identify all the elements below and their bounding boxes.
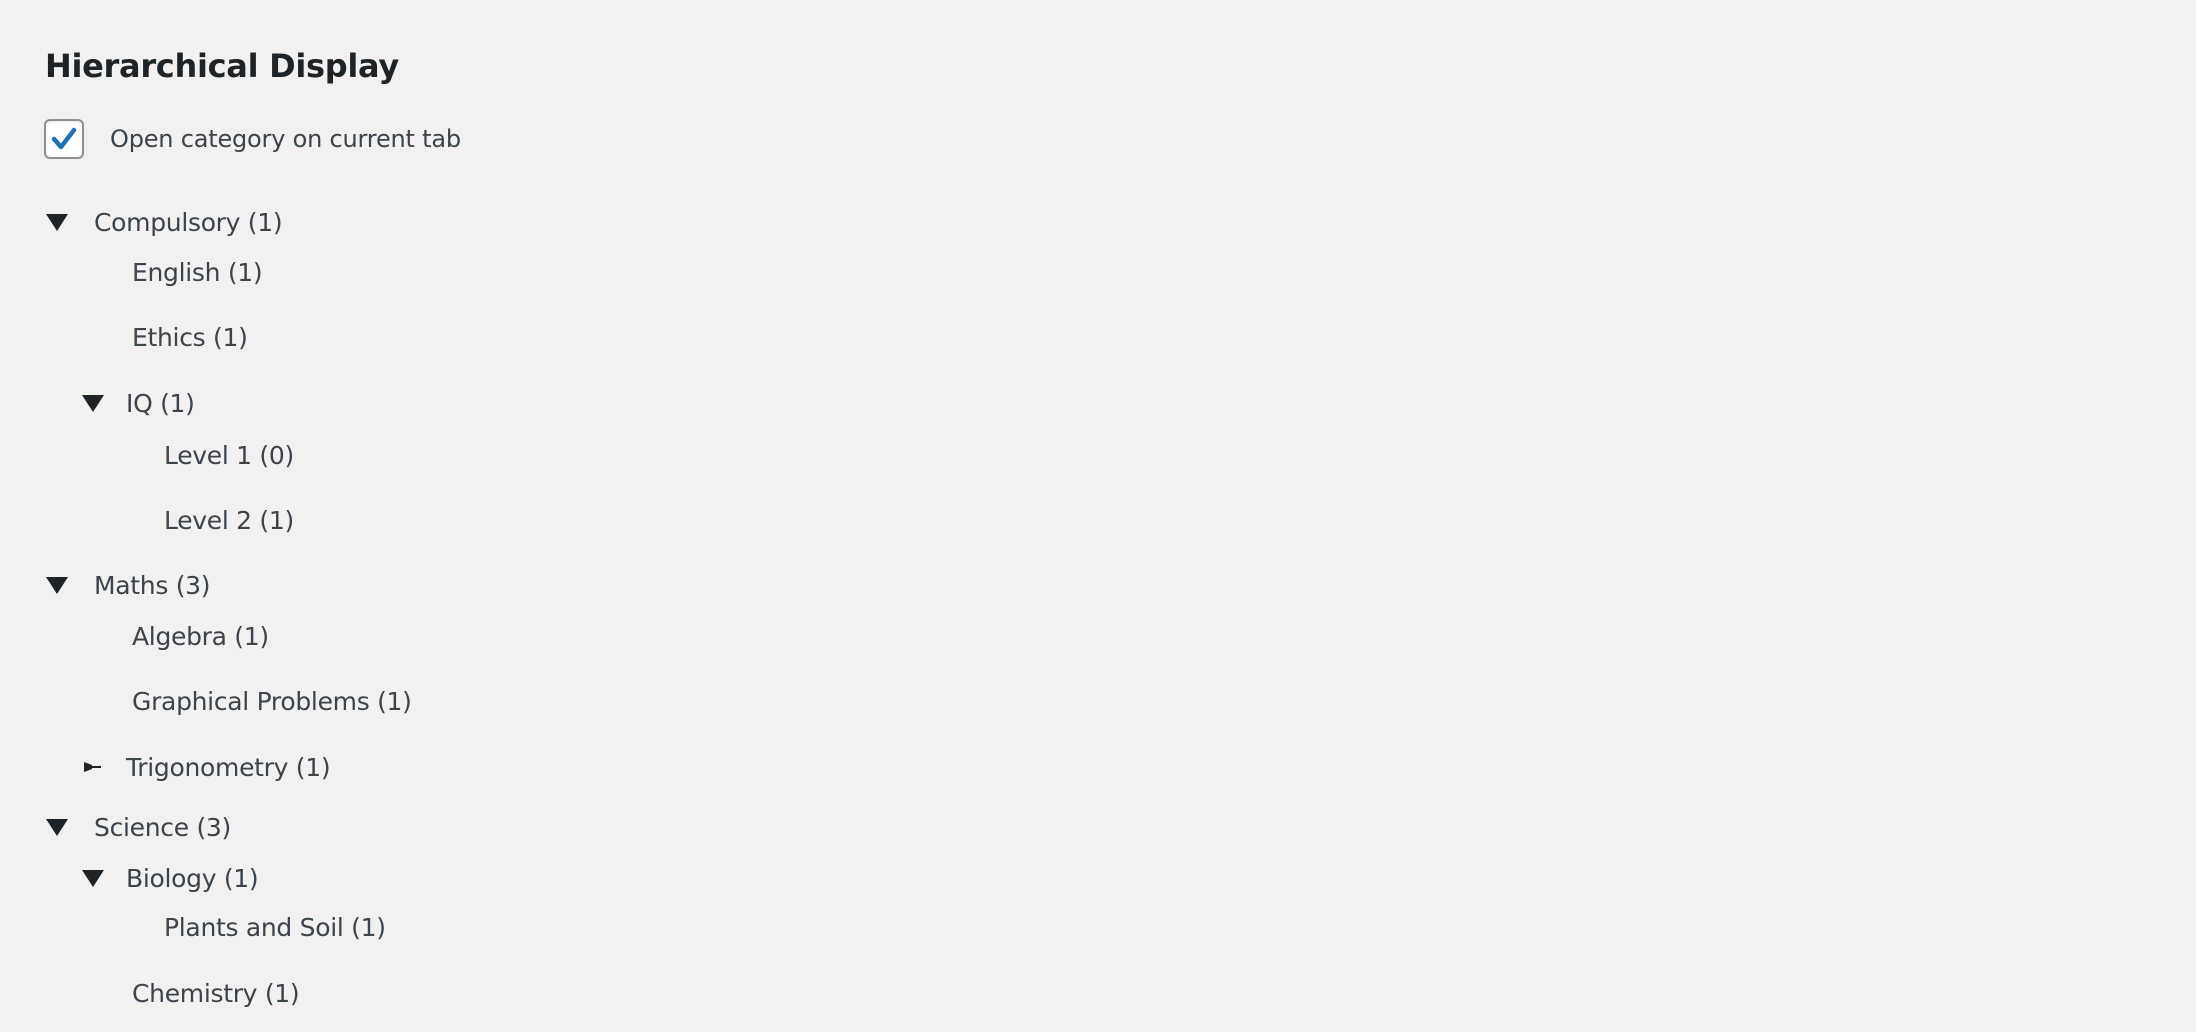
tree-item-label[interactable]: Plants and Soil (1) bbox=[164, 913, 386, 942]
open-category-label: Open category on current tab bbox=[110, 125, 461, 153]
tree-item[interactable]: Science (3) bbox=[44, 807, 231, 847]
tree-item[interactable]: Level 2 (1) bbox=[164, 500, 294, 540]
triangle-down-icon[interactable] bbox=[44, 202, 70, 242]
tree-item[interactable]: Chemistry (1) bbox=[132, 973, 300, 1013]
tree-item[interactable]: Graphical Problems (1) bbox=[132, 681, 412, 721]
tree-item-label[interactable]: IQ (1) bbox=[126, 389, 195, 418]
tree-item-label[interactable]: Chemistry (1) bbox=[132, 979, 300, 1008]
tree-item[interactable]: Biology (1) bbox=[80, 858, 259, 898]
open-category-current-tab-option[interactable]: Open category on current tab bbox=[44, 116, 461, 162]
triangle-down-icon[interactable] bbox=[80, 858, 106, 898]
tree-item[interactable]: IQ (1) bbox=[80, 383, 195, 423]
tree-item-label[interactable]: Level 2 (1) bbox=[164, 506, 294, 535]
tree-item-label[interactable]: Ethics (1) bbox=[132, 323, 248, 352]
tree-item-label[interactable]: Level 1 (0) bbox=[164, 441, 294, 470]
tree-item-label[interactable]: Compulsory (1) bbox=[94, 208, 283, 237]
triangle-down-icon[interactable] bbox=[44, 807, 70, 847]
tree-item[interactable]: Compulsory (1) bbox=[44, 202, 283, 242]
tree-item-label[interactable]: Graphical Problems (1) bbox=[132, 687, 412, 716]
open-category-checkbox[interactable] bbox=[44, 119, 84, 159]
tree-item[interactable]: Level 1 (0) bbox=[164, 435, 294, 475]
tree-item-label[interactable]: Trigonometry (1) bbox=[126, 753, 331, 782]
tree-item-label[interactable]: Maths (3) bbox=[94, 571, 211, 600]
tree-item[interactable]: Maths (3) bbox=[44, 565, 211, 605]
section-title: Hierarchical Display bbox=[45, 46, 399, 85]
tree-item[interactable]: Trigonometry (1) bbox=[80, 747, 331, 787]
triangle-down-icon[interactable] bbox=[80, 383, 106, 423]
tree-item-label[interactable]: English (1) bbox=[132, 258, 263, 287]
tree-item[interactable]: English (1) bbox=[132, 252, 263, 292]
triangle-right-icon[interactable] bbox=[80, 747, 106, 787]
tree-item[interactable]: Plants and Soil (1) bbox=[164, 907, 386, 947]
tree-item-label[interactable]: Algebra (1) bbox=[132, 622, 269, 651]
tree-item[interactable]: Ethics (1) bbox=[132, 317, 248, 357]
triangle-down-icon[interactable] bbox=[44, 565, 70, 605]
tree-item-label[interactable]: Science (3) bbox=[94, 813, 231, 842]
tree-item-label[interactable]: Biology (1) bbox=[126, 864, 259, 893]
checkmark-icon bbox=[51, 127, 77, 150]
tree-item[interactable]: Algebra (1) bbox=[132, 616, 269, 656]
